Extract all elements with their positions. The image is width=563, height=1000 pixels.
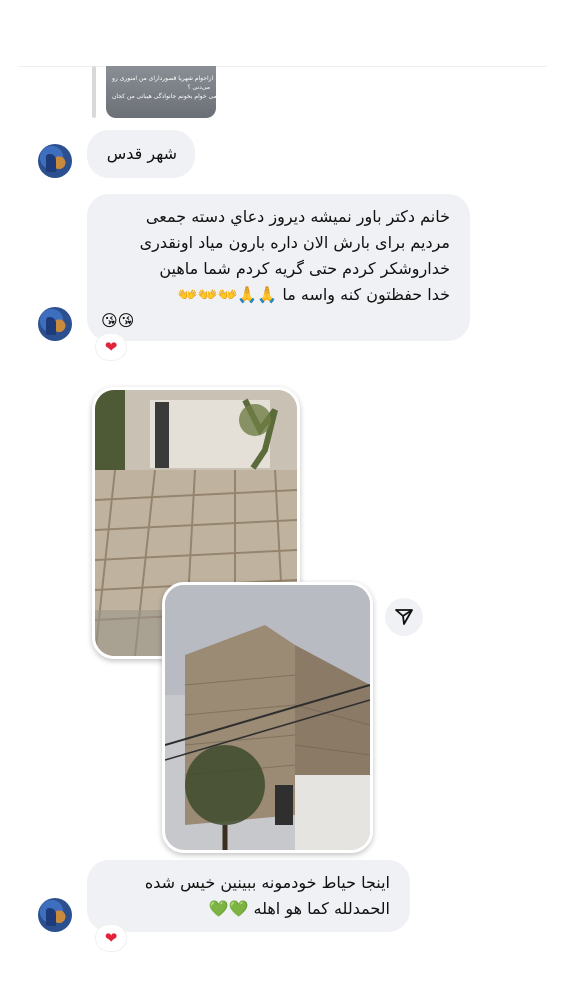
- sender-avatar[interactable]: [38, 144, 72, 178]
- shared-post-line: ازاحوام شهریا قصوردارای من امنوری رو: [112, 75, 214, 82]
- shared-post-preview[interactable]: ازاحوام شهریا قصوردارای من امنوری رو می‌…: [106, 66, 216, 118]
- heart-icon: ❤: [104, 338, 118, 356]
- paper-plane-icon: [395, 609, 413, 625]
- share-button[interactable]: [385, 598, 423, 636]
- heart-icon: ❤: [104, 929, 118, 947]
- message-bubble[interactable]: شهر قدس: [87, 130, 195, 178]
- shared-photo[interactable]: [162, 582, 373, 853]
- message-bubble[interactable]: خانم دکتر باور نمیشه دیروز دعاي دسته جمع…: [87, 194, 470, 341]
- message-text: الحمدلله كما هو اهله 💚💚: [208, 899, 390, 918]
- message-text: شهر قدس: [106, 144, 177, 163]
- heart-reaction[interactable]: ❤: [96, 925, 126, 951]
- message-text: مردیم برای بارش الان داره بارون میاد اون…: [139, 233, 450, 252]
- message-text: 😘😘: [101, 311, 135, 330]
- message-text: اینجا حیاط خودمونه ببینین خیس شده: [144, 873, 390, 892]
- message-text: خداروشکر کردم حتی گریه کردم شما ماهین: [159, 259, 450, 278]
- message-bubble[interactable]: اینجا حیاط خودمونه ببینین خیس شده الحمدل…: [87, 860, 410, 932]
- courtyard-photo-2: [165, 585, 370, 850]
- message-text: خدا حفظتون کنه واسه ما 🙏🙏👐👐👐: [177, 285, 450, 304]
- sender-avatar[interactable]: [38, 898, 72, 932]
- message-text: خانم دکتر باور نمیشه دیروز دعاي دسته جمع…: [145, 207, 450, 226]
- sender-avatar[interactable]: [38, 307, 72, 341]
- shared-post-line: می خوام بخونم جانوادگی هیبانی من کجان: [112, 93, 216, 100]
- reply-quote-bar: [92, 66, 96, 118]
- shared-post-line: می‌دنی ؟: [187, 84, 210, 91]
- heart-reaction[interactable]: ❤: [96, 334, 126, 360]
